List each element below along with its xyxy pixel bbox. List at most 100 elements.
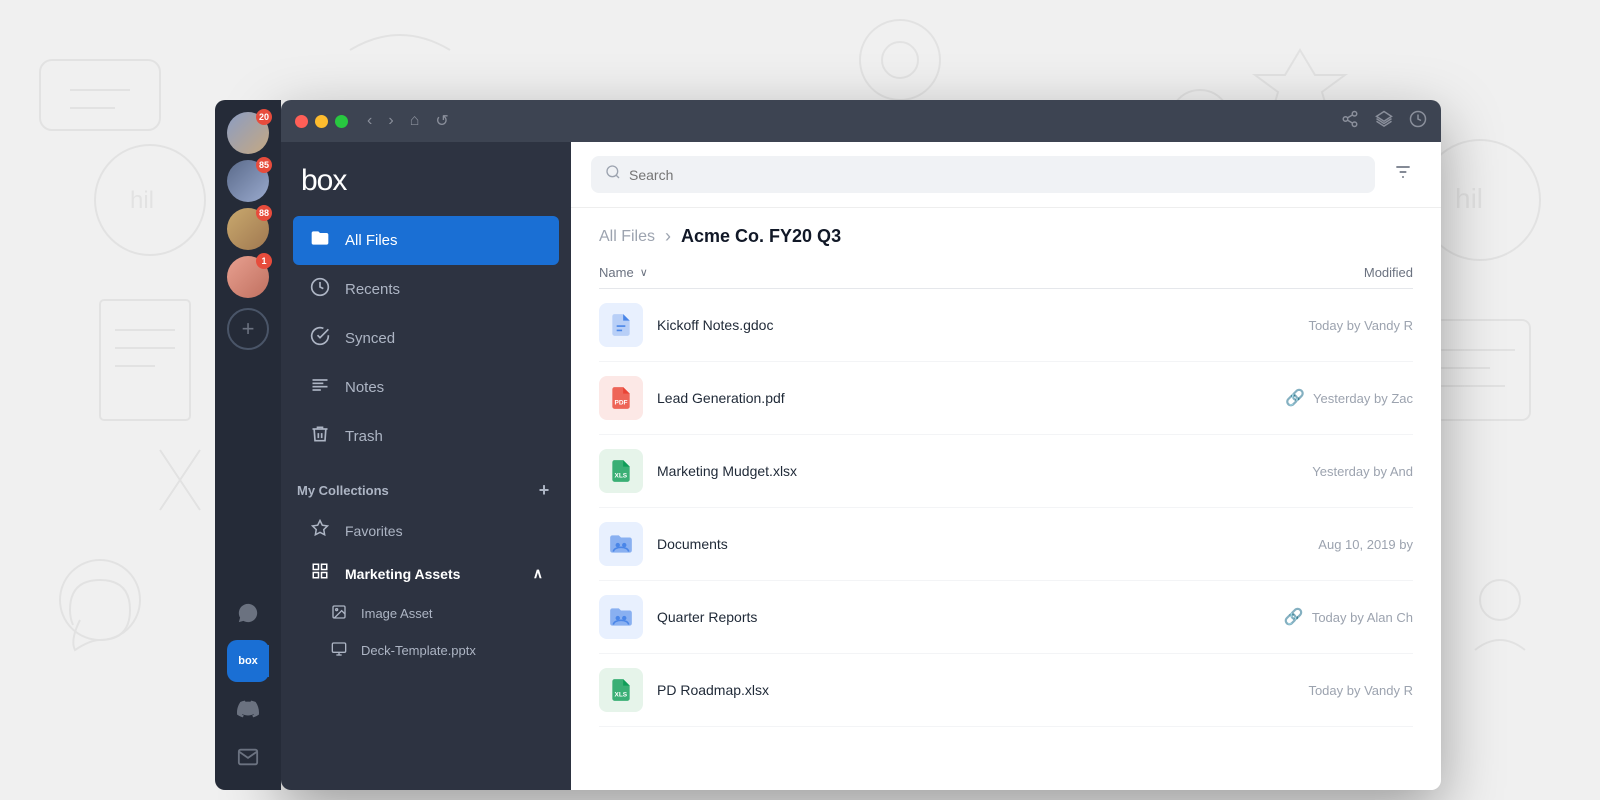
folder-file-icon xyxy=(599,522,643,566)
mail-icon[interactable] xyxy=(227,736,269,778)
avatar-user-1[interactable]: 20 xyxy=(227,112,269,154)
table-row[interactable]: XLS PD Roadmap.xlsx Today by Vandy R xyxy=(599,654,1413,727)
notification-badge-4: 1 xyxy=(256,253,272,269)
search-icon xyxy=(605,164,621,185)
file-modified: 🔗 Yesterday by Zac xyxy=(1193,388,1413,408)
search-bar xyxy=(571,142,1441,208)
whatsapp-icon[interactable] xyxy=(227,592,269,634)
table-row[interactable]: XLS Marketing Mudget.xlsx Yesterday by A… xyxy=(599,435,1413,508)
layers-icon[interactable] xyxy=(1375,110,1393,133)
folder-shared-icon xyxy=(599,595,643,639)
sidebar-item-all-files[interactable]: All Files xyxy=(293,216,559,265)
file-name: Lead Generation.pdf xyxy=(657,390,1193,406)
column-name-header[interactable]: Name ∨ xyxy=(599,265,1193,280)
table-row[interactable]: Kickoff Notes.gdoc Today by Vandy R xyxy=(599,289,1413,362)
add-collection-button[interactable]: + xyxy=(533,479,555,501)
shared-link-icon: 🔗 xyxy=(1284,607,1304,627)
svg-text:hil: hil xyxy=(1455,183,1483,214)
box-app-icon[interactable]: box xyxy=(227,640,269,682)
close-button[interactable] xyxy=(295,115,308,128)
search-input-wrap[interactable] xyxy=(591,156,1375,193)
clock-icon xyxy=(309,277,331,302)
table-row[interactable]: PDF Lead Generation.pdf 🔗 Yesterday by Z… xyxy=(599,362,1413,435)
maximize-button[interactable] xyxy=(335,115,348,128)
sidebar-item-favorites[interactable]: Favorites xyxy=(293,509,559,552)
file-modified: 🔗 Today by Alan Ch xyxy=(1193,607,1413,627)
collection-icon xyxy=(309,562,331,585)
pdf-file-icon: PDF xyxy=(599,376,643,420)
filter-button[interactable] xyxy=(1385,158,1421,191)
avatar-user-2[interactable]: 85 xyxy=(227,160,269,202)
home-button[interactable]: ⌂ xyxy=(405,109,425,133)
sort-icon: ∨ xyxy=(640,266,648,279)
app-dock: 20 85 88 1 + box xyxy=(215,100,281,790)
notification-badge-3: 88 xyxy=(256,205,272,221)
xlsx-file-icon: XLS xyxy=(599,449,643,493)
minimize-button[interactable] xyxy=(315,115,328,128)
avatar-user-4[interactable]: 1 xyxy=(227,256,269,298)
main-content: All Files › Acme Co. FY20 Q3 Name ∨ Modi… xyxy=(571,142,1441,790)
search-input[interactable] xyxy=(629,167,1361,183)
main-window: ‹ › ⌂ ↺ xyxy=(281,100,1441,790)
avatar-user-3[interactable]: 88 xyxy=(227,208,269,250)
box-logo: box xyxy=(301,164,346,198)
forward-button[interactable]: › xyxy=(383,109,398,133)
collections-nav: Favorites Marketing Assets ∧ xyxy=(281,509,571,669)
sidebar: box All Files xyxy=(281,142,571,790)
file-modified: Yesterday by And xyxy=(1193,464,1413,479)
breadcrumb-parent[interactable]: All Files xyxy=(599,228,655,246)
file-name: Marketing Mudget.xlsx xyxy=(657,463,1193,479)
notification-badge-1: 20 xyxy=(256,109,272,125)
image-asset-label: Image Asset xyxy=(361,606,433,621)
add-account-button[interactable]: + xyxy=(227,308,269,350)
window-controls xyxy=(295,115,348,128)
file-modified: Today by Vandy R xyxy=(1193,683,1413,698)
collections-header: My Collections + xyxy=(281,461,571,509)
deck-template-label: Deck-Template.pptx xyxy=(361,643,476,658)
discord-icon[interactable] xyxy=(227,688,269,730)
file-table: Name ∨ Modified xyxy=(571,257,1441,790)
sidebar-item-notes[interactable]: Notes xyxy=(293,363,559,412)
window-body: box All Files xyxy=(281,142,1441,790)
favorites-label: Favorites xyxy=(345,523,403,539)
table-row[interactable]: Quarter Reports 🔗 Today by Alan Ch xyxy=(599,581,1413,654)
file-name: Quarter Reports xyxy=(657,609,1193,625)
sidebar-item-deck-template[interactable]: Deck-Template.pptx xyxy=(293,632,559,669)
share-icon[interactable] xyxy=(1341,110,1359,133)
sidebar-item-image-asset[interactable]: Image Asset xyxy=(293,595,559,632)
synced-label: Synced xyxy=(345,330,395,347)
sidebar-navigation: All Files Recents xyxy=(281,216,571,461)
trash-icon xyxy=(309,424,331,449)
folder-icon xyxy=(309,228,331,253)
nav-buttons: ‹ › ⌂ ↺ xyxy=(362,108,454,134)
recents-label: Recents xyxy=(345,281,400,298)
image-asset-icon xyxy=(329,604,349,623)
table-header: Name ∨ Modified xyxy=(599,257,1413,289)
all-files-label: All Files xyxy=(345,232,398,249)
marketing-assets-label: Marketing Assets xyxy=(345,566,460,582)
notification-badge-2: 85 xyxy=(256,157,272,173)
sidebar-item-marketing-assets[interactable]: Marketing Assets ∧ xyxy=(293,552,559,595)
notes-label: Notes xyxy=(345,379,384,396)
file-name: Documents xyxy=(657,536,1193,552)
chevron-up-icon: ∧ xyxy=(533,565,543,582)
table-row[interactable]: Documents Aug 10, 2019 by xyxy=(599,508,1413,581)
active-indicator xyxy=(266,645,269,677)
sidebar-item-recents[interactable]: Recents xyxy=(293,265,559,314)
xlsx-roadmap-icon: XLS xyxy=(599,668,643,712)
svg-text:hil: hil xyxy=(130,187,154,214)
svg-text:XLS: XLS xyxy=(615,692,628,699)
refresh-button[interactable]: ↺ xyxy=(430,108,453,134)
breadcrumb-separator: › xyxy=(665,226,671,247)
collections-title: My Collections xyxy=(297,483,389,498)
sidebar-header: box xyxy=(281,142,571,216)
back-button[interactable]: ‹ xyxy=(362,109,377,133)
sidebar-item-synced[interactable]: Synced xyxy=(293,314,559,363)
file-name: Kickoff Notes.gdoc xyxy=(657,317,1193,333)
svg-text:XLS: XLS xyxy=(615,473,628,480)
history-icon[interactable] xyxy=(1409,110,1427,133)
sync-check-icon xyxy=(309,326,331,351)
presentation-icon xyxy=(329,641,349,660)
breadcrumb: All Files › Acme Co. FY20 Q3 xyxy=(571,208,1441,257)
sidebar-item-trash[interactable]: Trash xyxy=(293,412,559,461)
